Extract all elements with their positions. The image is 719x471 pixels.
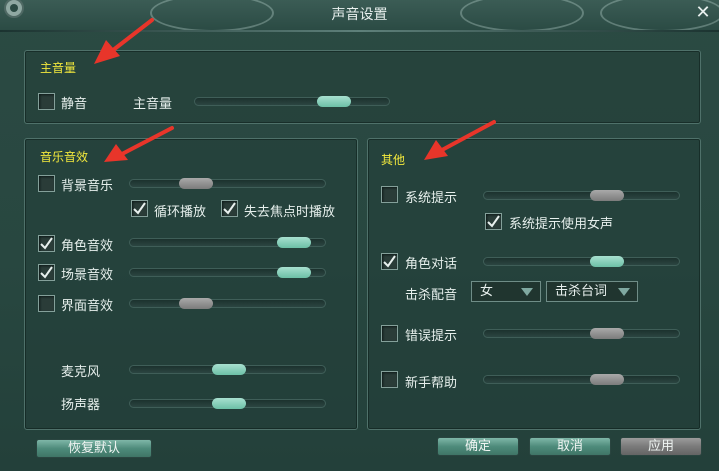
slider-knob[interactable] (590, 190, 624, 201)
checkmark-icon (383, 255, 396, 268)
slider-knob[interactable] (277, 267, 311, 278)
master-volume-header: 主音量 (40, 61, 77, 75)
slider-knob[interactable] (590, 374, 624, 385)
checkmark-icon (40, 237, 53, 250)
background-play-label: 失去焦点时播放 (244, 205, 336, 220)
speaker-slider[interactable] (129, 398, 326, 409)
female-voice-checkbox[interactable] (485, 213, 502, 230)
bgm-label: 背景音乐 (61, 179, 114, 194)
ok-button[interactable]: 确定 (437, 437, 519, 456)
mute-label: 静音 (61, 97, 88, 112)
kill-voice-label: 击杀配音 (405, 288, 458, 303)
dialog-slider[interactable] (483, 256, 680, 267)
loop-label: 循环播放 (154, 205, 207, 220)
apply-button[interactable]: 应用 (620, 437, 702, 456)
error-tip-slider[interactable] (483, 328, 680, 339)
error-tip-checkbox[interactable] (381, 325, 398, 342)
error-tip-label: 错误提示 (405, 329, 458, 344)
background-play-checkbox[interactable] (221, 200, 238, 217)
gender-value: 女 (480, 284, 494, 299)
mic-slider[interactable] (129, 364, 326, 375)
speaker-label: 扬声器 (61, 398, 101, 413)
checkmark-icon (133, 202, 146, 215)
role-sfx-slider[interactable] (129, 237, 326, 248)
ui-sfx-label: 界面音效 (61, 299, 114, 314)
mute-checkbox[interactable] (38, 93, 55, 110)
role-sfx-checkbox[interactable] (38, 235, 55, 252)
bgm-slider[interactable] (129, 178, 326, 189)
slider-knob[interactable] (277, 237, 311, 248)
dialog-label: 角色对话 (405, 257, 458, 272)
dialog-checkbox[interactable] (381, 253, 398, 270)
newbie-label: 新手帮助 (405, 376, 458, 391)
scene-sfx-slider[interactable] (129, 267, 326, 278)
sys-tip-label: 系统提示 (405, 191, 458, 206)
bgm-checkbox[interactable] (38, 175, 55, 192)
master-volume-label: 主音量 (133, 97, 173, 112)
ui-sfx-slider[interactable] (129, 298, 326, 309)
scene-sfx-label: 场景音效 (61, 268, 114, 283)
annotation-arrow-icon (94, 18, 154, 64)
mic-label: 麦克风 (61, 365, 101, 380)
annotation-arrow-icon (104, 126, 174, 162)
sys-tip-slider[interactable] (483, 190, 680, 201)
female-voice-label: 系统提示使用女声 (509, 217, 614, 232)
kill-lines-value: 击杀台词 (555, 284, 608, 299)
music-header: 音乐音效 (40, 150, 89, 164)
role-sfx-label: 角色音效 (61, 239, 114, 254)
checkmark-icon (40, 266, 53, 279)
checkmark-icon (223, 202, 236, 215)
cancel-button[interactable]: 取消 (529, 437, 611, 456)
restore-default-button[interactable]: 恢复默认 (36, 439, 152, 458)
chevron-down-icon (618, 288, 630, 296)
slider-knob[interactable] (212, 398, 246, 409)
scene-sfx-checkbox[interactable] (38, 264, 55, 281)
newbie-slider[interactable] (483, 374, 680, 385)
kill-lines-dropdown[interactable]: 击杀台词 (546, 281, 638, 302)
slider-knob[interactable] (590, 328, 624, 339)
newbie-checkbox[interactable] (381, 371, 398, 388)
sys-tip-checkbox[interactable] (381, 186, 398, 203)
slider-knob[interactable] (317, 96, 351, 107)
slider-knob[interactable] (179, 178, 213, 189)
other-header: 其他 (381, 153, 406, 167)
ui-sfx-checkbox[interactable] (38, 295, 55, 312)
annotation-arrow-icon (424, 120, 496, 160)
chevron-down-icon (521, 288, 533, 296)
slider-knob[interactable] (179, 298, 213, 309)
master-volume-slider[interactable] (194, 96, 390, 107)
slider-knob[interactable] (212, 364, 246, 375)
checkmark-icon (487, 215, 500, 228)
loop-checkbox[interactable] (131, 200, 148, 217)
slider-knob[interactable] (590, 256, 624, 267)
gender-dropdown[interactable]: 女 (471, 281, 541, 302)
close-icon[interactable]: ✕ (693, 3, 713, 23)
